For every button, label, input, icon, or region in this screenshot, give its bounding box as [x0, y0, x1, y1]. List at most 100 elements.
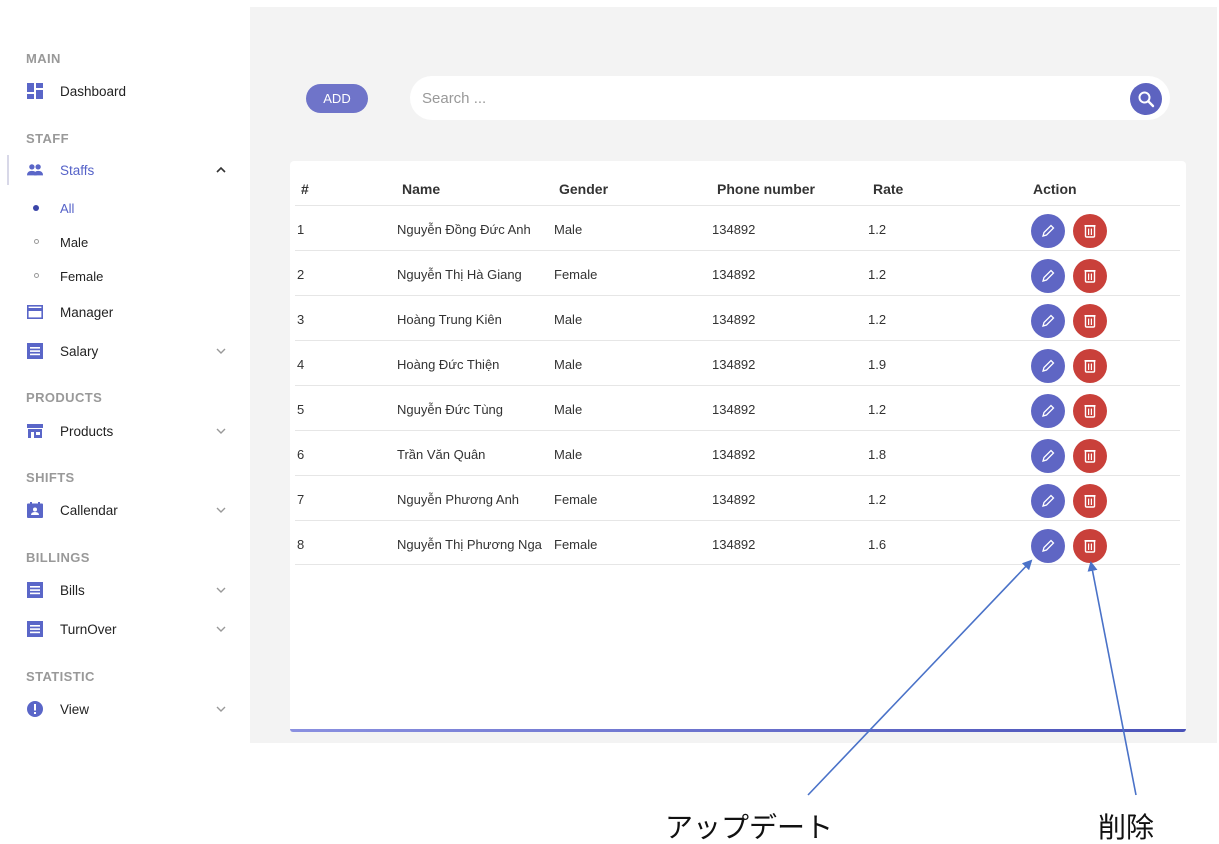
- edit-button[interactable]: [1031, 259, 1065, 293]
- cell-index: 4: [297, 357, 305, 372]
- cell-phone: 134892: [712, 447, 756, 462]
- search-icon: [1138, 91, 1155, 108]
- edit-button[interactable]: [1031, 439, 1065, 473]
- sidebar-item-turnover[interactable]: TurnOver: [0, 614, 249, 644]
- sidebar-item-products[interactable]: Products: [0, 416, 249, 446]
- chevron-down-icon[interactable]: [214, 344, 228, 358]
- cell-name: Nguyễn Đồng Đức Anh: [397, 222, 531, 237]
- delete-button[interactable]: [1073, 259, 1107, 293]
- store-icon: [27, 423, 43, 439]
- table-row: 5 Nguyễn Đức Tùng Male 134892 1.2: [295, 385, 1180, 430]
- chevron-up-icon[interactable]: [214, 163, 228, 177]
- table-row: 3 Hoàng Trung Kiên Male 134892 1.2: [295, 295, 1180, 340]
- table-row: 8 Nguyễn Thị Phương Nga Female 134892 1.6: [295, 520, 1180, 565]
- sidebar-subitem-female[interactable]: Female: [0, 263, 249, 289]
- cell-phone: 134892: [712, 537, 756, 552]
- column-header-index: #: [301, 181, 309, 197]
- chevron-down-icon[interactable]: [214, 702, 228, 716]
- section-billings: BILLINGS: [26, 550, 90, 565]
- edit-button[interactable]: [1031, 304, 1065, 338]
- sidebar-item-salary[interactable]: Salary: [0, 336, 249, 366]
- edit-button[interactable]: [1031, 529, 1065, 563]
- sidebar-item-staffs[interactable]: Staffs: [0, 155, 249, 185]
- sidebar-item-label: Staffs: [60, 162, 95, 178]
- search-bar: [410, 76, 1170, 120]
- cell-gender: Female: [554, 267, 598, 282]
- search-button[interactable]: [1130, 83, 1162, 115]
- cell-index: 8: [297, 537, 305, 552]
- delete-button[interactable]: [1073, 439, 1107, 473]
- section-main: MAIN: [26, 51, 61, 66]
- edit-button[interactable]: [1031, 349, 1065, 383]
- cell-index: 2: [297, 267, 305, 282]
- cell-rate: 1.2: [868, 312, 887, 327]
- delete-button[interactable]: [1073, 484, 1107, 518]
- sidebar-item-manager[interactable]: Manager: [0, 297, 249, 327]
- column-header-phone: Phone number: [717, 181, 816, 197]
- table-row: 7 Nguyễn Phương Anh Female 134892 1.2: [295, 475, 1180, 520]
- chevron-down-icon[interactable]: [214, 503, 228, 517]
- trash-icon: [1082, 313, 1098, 329]
- list-icon: [27, 621, 43, 637]
- column-header-gender: Gender: [559, 181, 609, 197]
- cell-name: Trần Văn Quân: [397, 447, 486, 462]
- column-header-action: Action: [1033, 181, 1077, 197]
- cell-gender: Male: [554, 312, 583, 327]
- cell-gender: Female: [554, 492, 598, 507]
- search-input[interactable]: [422, 84, 1102, 112]
- edit-button[interactable]: [1031, 214, 1065, 248]
- sidebar-item-bills[interactable]: Bills: [0, 575, 249, 605]
- cell-phone: 134892: [712, 312, 756, 327]
- sidebar-item-calendar[interactable]: Callendar: [0, 495, 249, 525]
- trash-icon: [1082, 538, 1098, 554]
- trash-icon: [1082, 223, 1098, 239]
- edit-button[interactable]: [1031, 484, 1065, 518]
- cell-gender: Male: [554, 447, 583, 462]
- chevron-down-icon[interactable]: [214, 622, 228, 636]
- section-shifts: SHIFTS: [26, 470, 75, 485]
- add-button[interactable]: ADD: [306, 84, 368, 113]
- cell-rate: 1.2: [868, 492, 887, 507]
- cell-gender: Female: [554, 537, 598, 552]
- sidebar-subitem-all[interactable]: All: [0, 195, 249, 221]
- pencil-icon: [1040, 223, 1056, 239]
- pencil-icon: [1040, 448, 1056, 464]
- sidebar-subitem-label: All: [60, 200, 75, 216]
- card-icon: [27, 304, 43, 320]
- delete-button[interactable]: [1073, 529, 1107, 563]
- cell-phone: 134892: [712, 492, 756, 507]
- cell-phone: 134892: [712, 222, 756, 237]
- card-accent-bar: [290, 729, 1186, 732]
- cell-index: 5: [297, 402, 305, 417]
- table-row: 2 Nguyễn Thị Hà Giang Female 134892 1.2: [295, 250, 1180, 295]
- delete-button[interactable]: [1073, 304, 1107, 338]
- table-row: 6 Trần Văn Quân Male 134892 1.8: [295, 430, 1180, 475]
- sidebar-subitem-label: Female: [60, 268, 104, 284]
- section-statistic: STATISTIC: [26, 669, 95, 684]
- pencil-icon: [1040, 313, 1056, 329]
- cell-gender: Male: [554, 222, 583, 237]
- delete-button[interactable]: [1073, 349, 1107, 383]
- chevron-down-icon[interactable]: [214, 583, 228, 597]
- edit-button[interactable]: [1031, 394, 1065, 428]
- sidebar-subitem-male[interactable]: Male: [0, 229, 249, 255]
- chevron-down-icon[interactable]: [214, 424, 228, 438]
- cell-name: Nguyễn Phương Anh: [397, 492, 520, 507]
- sidebar-item-view[interactable]: View: [0, 694, 249, 724]
- cell-gender: Male: [554, 357, 583, 372]
- delete-button[interactable]: [1073, 214, 1107, 248]
- column-header-rate: Rate: [873, 181, 904, 197]
- calendar-icon: [27, 502, 43, 518]
- sidebar-item-label: Callendar: [60, 502, 118, 518]
- bullet-icon: [34, 239, 39, 244]
- section-staff: STAFF: [26, 131, 69, 146]
- table-row: 4 Hoàng Đức Thiện Male 134892 1.9: [295, 340, 1180, 385]
- section-products: PRODUCTS: [26, 390, 103, 405]
- sidebar-item-dashboard[interactable]: Dashboard: [0, 76, 249, 106]
- delete-button[interactable]: [1073, 394, 1107, 428]
- sidebar-item-label: TurnOver: [60, 621, 117, 637]
- cell-rate: 1.2: [868, 222, 887, 237]
- cell-rate: 1.2: [868, 402, 887, 417]
- cell-gender: Male: [554, 402, 583, 417]
- list-icon: [27, 582, 43, 598]
